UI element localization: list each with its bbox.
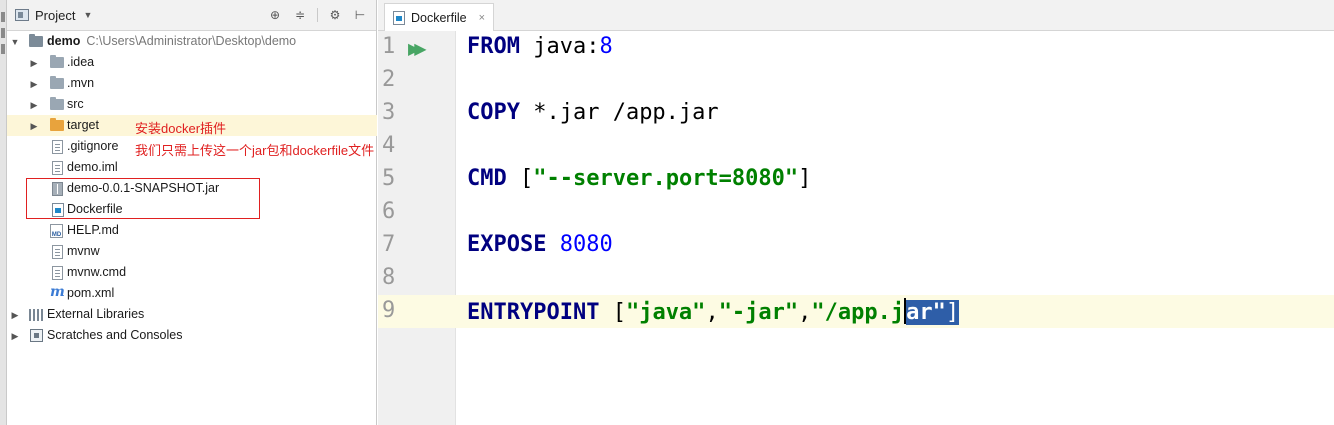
markdown-file-icon: MD [50, 224, 63, 238]
tree-item-scratches[interactable]: ▶ Scratches and Consoles [7, 325, 377, 346]
annotation-install-plugin: 安装docker插件 [135, 121, 227, 136]
line-number: 4 [382, 133, 396, 158]
code-line: FROM java:8 [467, 34, 613, 59]
file-icon [52, 245, 63, 259]
folder-icon [50, 118, 64, 131]
project-icon [15, 9, 29, 21]
code-line: CMD ["--server.port=8080"] [467, 166, 812, 191]
chevron-right-icon[interactable]: ▶ [10, 310, 20, 320]
tree-item-mvn[interactable]: ▶ .mvn [7, 73, 377, 94]
chevron-right-icon[interactable]: ▶ [29, 79, 39, 89]
file-icon [52, 161, 63, 175]
tree-item-label: target [67, 118, 99, 132]
line-number: 5 [382, 166, 396, 191]
file-icon [52, 266, 63, 280]
tree-item-demo[interactable]: ▼ demo C:\Users\Administrator\Desktop\dem… [7, 31, 377, 52]
tree-item-demo-iml[interactable]: demo.iml [7, 157, 377, 178]
tree-item-label: mvnw [67, 244, 100, 258]
tree-item-mvnw-cmd[interactable]: mvnw.cmd [7, 262, 377, 283]
tree-item-help-md[interactable]: MD HELP.md [7, 220, 377, 241]
tree-item-label: .idea [67, 55, 95, 69]
line-number: 3 [382, 100, 396, 125]
tree-item-mvnw[interactable]: mvnw [7, 241, 377, 262]
highlight-box [26, 178, 260, 219]
tab-label: Dockerfile [411, 10, 467, 25]
tree-item-label: HELP.md [67, 223, 119, 237]
chevron-down-icon[interactable]: ▼ [10, 37, 20, 47]
line-number: 8 [382, 265, 396, 290]
file-icon [52, 140, 63, 154]
tab-dockerfile[interactable]: Dockerfile × [384, 3, 495, 31]
tree-item-label: mvnw.cmd [67, 265, 127, 279]
tree-item-label: src [67, 97, 84, 111]
line-number: 9 [382, 298, 396, 323]
tree-item-external-libraries[interactable]: ▶ External Libraries [7, 304, 377, 325]
scratches-icon [30, 329, 43, 342]
collapse-icon[interactable]: ≑ [292, 7, 308, 23]
tree-item-label: Scratches and Consoles [47, 328, 183, 342]
docker-file-icon [393, 10, 405, 25]
tree-item-label: .mvn [67, 76, 95, 90]
tree-item-idea[interactable]: ▶ .idea [7, 52, 377, 73]
tree-item-label: External Libraries [47, 307, 145, 321]
chevron-right-icon[interactable]: ▶ [29, 121, 39, 131]
close-icon[interactable]: × [479, 12, 485, 24]
hide-icon[interactable]: ⊢ [352, 7, 368, 23]
target-icon[interactable]: ⊕ [267, 7, 283, 23]
run-icon[interactable]: ▶▶ [408, 39, 426, 59]
tree-item-label: pom.xml [67, 286, 115, 300]
tree-item-pom-xml[interactable]: m pom.xml [7, 283, 377, 304]
code-editor[interactable]: FROM java:8 COPY *.jar /app.jar CMD ["--… [456, 31, 1334, 425]
folder-icon [50, 55, 64, 68]
line-number: 7 [382, 232, 396, 257]
line-number: 2 [382, 67, 396, 92]
annotation-upload-note: 我们只需上传这一个jar包和dockerfile文件 [135, 143, 375, 158]
folder-icon [50, 76, 64, 89]
tool-window-strip[interactable] [0, 0, 7, 425]
gear-icon[interactable]: ⚙ [327, 7, 343, 23]
line-number: 6 [382, 199, 396, 224]
line-number: 1 [382, 34, 396, 59]
folder-icon [50, 97, 64, 110]
editor-tab-bar: Dockerfile × [378, 0, 1334, 31]
project-view-selector[interactable]: Project [35, 8, 75, 23]
tree-item-label: .gitignore [67, 139, 119, 153]
code-line: COPY *.jar /app.jar [467, 100, 719, 125]
code-line: EXPOSE 8080 [467, 232, 613, 257]
tree-item-label: demo.iml [67, 160, 118, 174]
project-panel-header: Project ▼ ⊕ ≑ ⚙ ⊢ [7, 0, 376, 31]
tree-item-label: demo C:\Users\Administrator\Desktop\demo [47, 34, 297, 48]
chevron-right-icon[interactable]: ▶ [10, 331, 20, 341]
project-panel: Project ▼ ⊕ ≑ ⚙ ⊢ ▼ demo C:\Users\Adminis… [7, 0, 377, 425]
editor: Dockerfile × 1 ▶▶ 2 3 4 5 6 7 8 9 FROM ja… [378, 0, 1334, 425]
library-icon [29, 309, 43, 321]
code-line-current: ENTRYPOINT ["java","-jar","/app.jar"] [456, 295, 1334, 328]
chevron-right-icon[interactable]: ▶ [29, 100, 39, 110]
selected-text: ar" [906, 300, 946, 325]
chevron-right-icon[interactable]: ▶ [29, 58, 39, 68]
chevron-down-icon[interactable]: ▼ [83, 10, 92, 20]
editor-gutter: 1 ▶▶ 2 3 4 5 6 7 8 9 [378, 31, 456, 425]
maven-icon: m [50, 284, 65, 300]
folder-icon [29, 34, 43, 47]
tree-item-src[interactable]: ▶ src [7, 94, 377, 115]
